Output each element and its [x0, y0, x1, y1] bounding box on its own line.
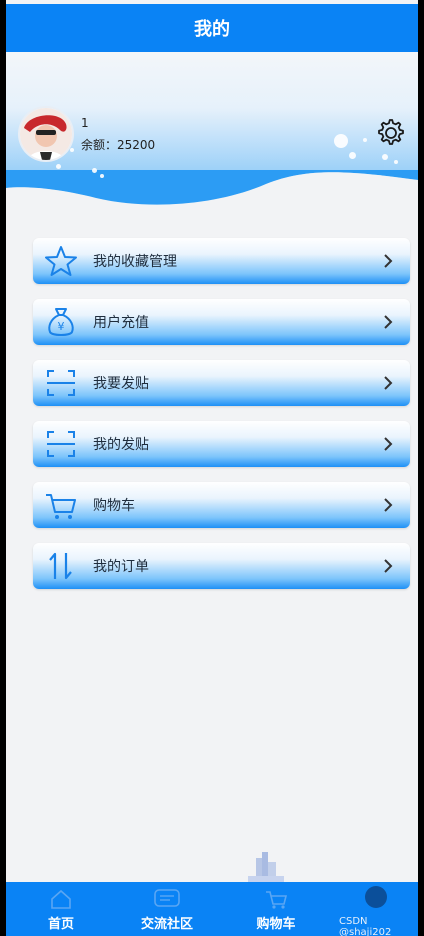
- menu-item-my-posts[interactable]: 我的发贴: [33, 421, 410, 467]
- page-title: 我的: [194, 19, 230, 40]
- menu-item-cart[interactable]: 购物车: [33, 482, 410, 528]
- scan-frame-icon: [41, 424, 81, 464]
- decor-bubble: [70, 148, 74, 152]
- tab-label: 交流社区: [140, 917, 193, 932]
- menu-item-orders[interactable]: 我的订单: [33, 543, 410, 589]
- tab-label: 购物车: [256, 917, 296, 932]
- chevron-right-icon: [384, 376, 393, 390]
- tab-label: 首页: [47, 917, 74, 932]
- gear-icon[interactable]: [374, 116, 408, 150]
- top-nav-bar: 我的: [6, 4, 418, 52]
- decor-bubble: [349, 152, 356, 159]
- menu-item-label: 我的收藏管理: [93, 254, 177, 270]
- tab-community[interactable]: 交流社区: [132, 882, 202, 936]
- sort-arrows-icon: [41, 546, 81, 586]
- money-bag-icon: ¥: [41, 302, 81, 342]
- menu-item-label: 购物车: [93, 498, 135, 514]
- chevron-right-icon: [384, 559, 393, 573]
- menu-item-label: 用户充值: [93, 315, 149, 331]
- app-screen: 我的 1 余额：25200 我的收藏管理 ¥ 用户充值 我要发贴 我的发贴 购物…: [6, 0, 418, 936]
- watermark: CSDN @shaji202: [339, 916, 392, 936]
- star-icon: [41, 241, 81, 281]
- user-icon: [365, 886, 387, 908]
- username: 1: [81, 116, 89, 130]
- decor-bubble: [363, 138, 367, 142]
- tab-cart[interactable]: 购物车: [241, 882, 311, 936]
- chevron-right-icon: [384, 437, 393, 451]
- scan-frame-icon: [41, 363, 81, 403]
- cart-icon: [266, 891, 288, 909]
- tab-home[interactable]: 首页: [26, 882, 96, 936]
- menu-item-favorites[interactable]: 我的收藏管理: [33, 238, 410, 284]
- decor-bubble: [92, 168, 97, 173]
- header-wave: [6, 170, 418, 220]
- decor-bubble: [394, 160, 398, 164]
- chevron-right-icon: [384, 315, 393, 329]
- chevron-right-icon: [384, 254, 393, 268]
- building-decor-icon: [248, 852, 284, 882]
- chevron-right-icon: [384, 498, 393, 512]
- decor-bubble: [100, 174, 104, 178]
- avatar[interactable]: [20, 108, 72, 160]
- menu-item-label: 我的发贴: [93, 437, 149, 453]
- menu-item-label: 我要发贴: [93, 376, 149, 392]
- community-icon: [154, 889, 180, 907]
- decor-bubble: [56, 164, 61, 169]
- decor-bubble: [382, 154, 388, 160]
- balance-text: 余额：25200: [81, 138, 156, 152]
- menu-item-recharge[interactable]: ¥ 用户充值: [33, 299, 410, 345]
- cart-icon: [41, 485, 81, 525]
- decor-bubble: [334, 134, 348, 148]
- menu-item-label: 我的订单: [93, 559, 149, 575]
- svg-text:¥: ¥: [58, 320, 65, 333]
- home-icon: [51, 889, 71, 909]
- menu-item-new-post[interactable]: 我要发贴: [33, 360, 410, 406]
